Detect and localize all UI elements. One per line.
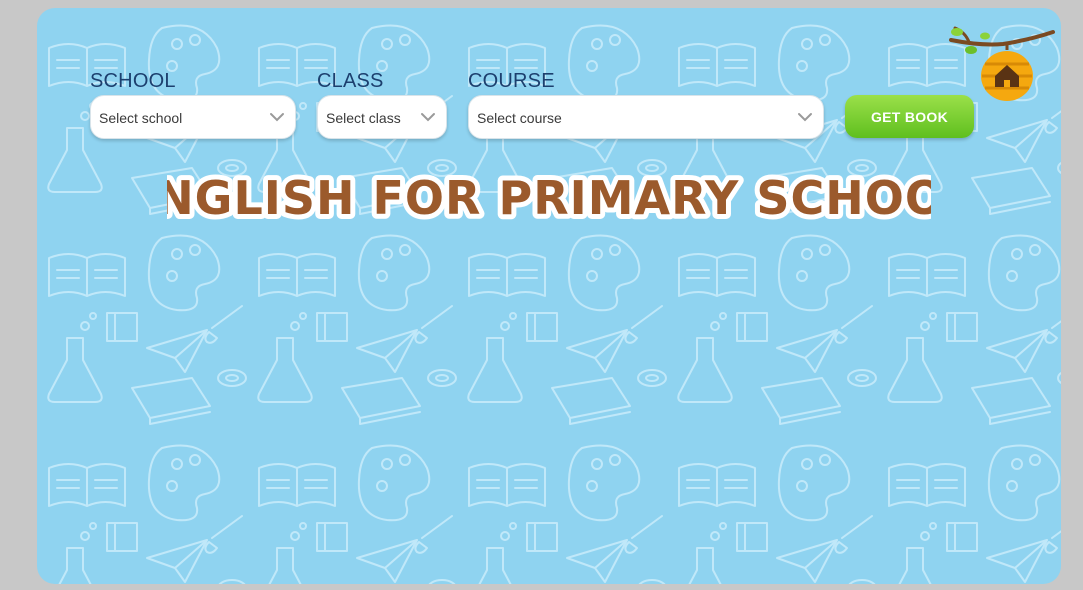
page-title: ENGLISH FOR PRIMARY SCHOOL ENGLISH FOR P…	[167, 166, 931, 230]
class-select[interactable]: Select class	[317, 95, 447, 139]
app-frame: SCHOOL CLASS COURSE Select school Select…	[37, 8, 1061, 584]
class-select-value: Select class	[326, 110, 401, 126]
home-icon[interactable]	[949, 18, 1055, 102]
chevron-down-icon	[270, 113, 284, 122]
chevron-down-icon	[798, 113, 812, 122]
school-select-value: Select school	[99, 110, 183, 126]
school-select[interactable]: Select school	[90, 95, 296, 139]
course-select[interactable]: Select course	[468, 95, 824, 139]
school-label: SCHOOL	[90, 70, 176, 92]
course-label: COURSE	[468, 70, 555, 92]
page-title-text: ENGLISH FOR PRIMARY SCHOOL	[167, 171, 931, 225]
chevron-down-icon	[421, 113, 435, 122]
class-label: CLASS	[317, 70, 384, 92]
course-select-value: Select course	[477, 110, 562, 126]
